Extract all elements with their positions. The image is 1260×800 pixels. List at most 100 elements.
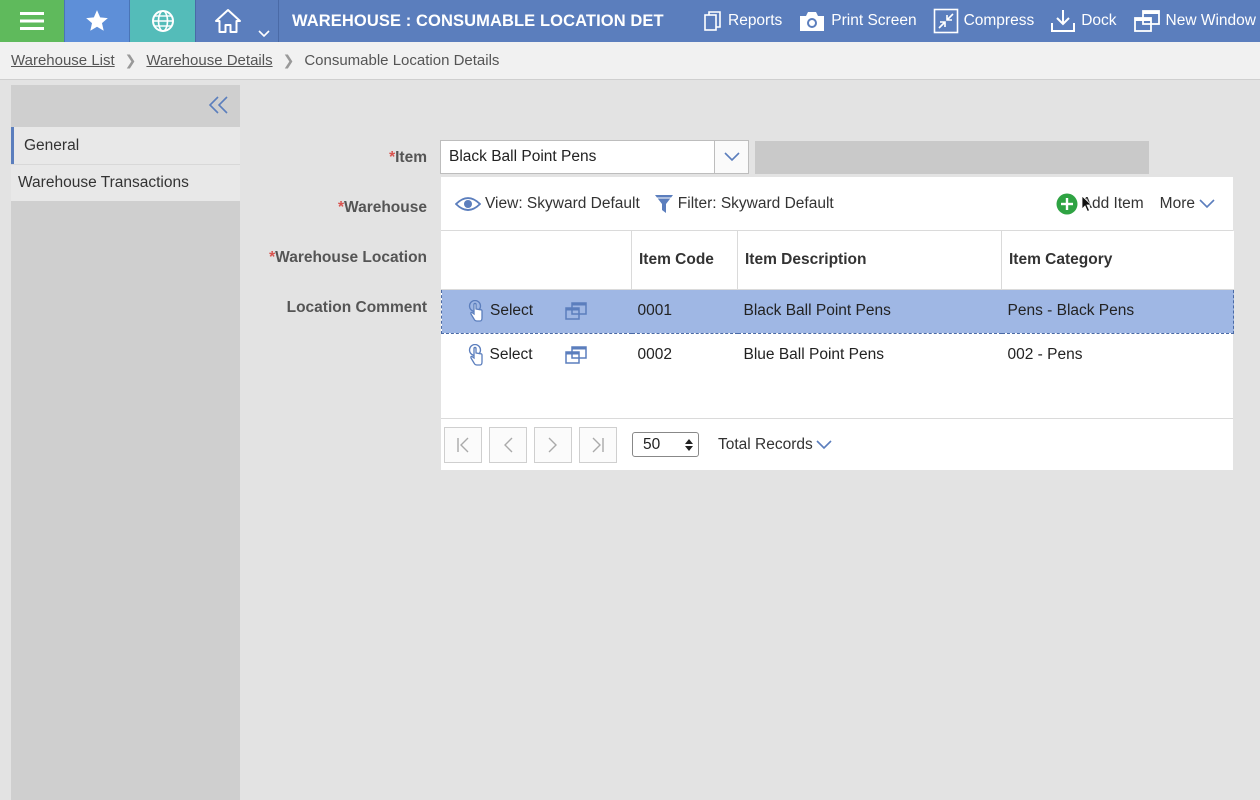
chevron-down-icon (816, 439, 832, 449)
filter-icon (654, 194, 673, 213)
row-actions-cell: Select (441, 288, 632, 334)
mouse-cursor-icon (1081, 195, 1093, 213)
breadcrumb-warehouse-list[interactable]: Warehouse List (11, 52, 115, 69)
item-category-cell: 002 - Pens (1007, 346, 1083, 364)
location-comment-label: Location Comment (286, 299, 427, 316)
select-link[interactable]: Select (490, 346, 533, 364)
grid-toolbar: View: Skyward Default Filter: Skyward De… (441, 177, 1233, 231)
home-button[interactable] (195, 0, 279, 42)
plus-circle-icon (1056, 193, 1078, 215)
column-header-item-description[interactable]: Item Description (737, 231, 1002, 290)
globe-icon (151, 10, 174, 32)
sidebar-item-label: Warehouse Transactions (18, 174, 189, 191)
total-records-toggle[interactable]: Total Records (718, 436, 832, 454)
breadcrumb: Warehouse List ❯ Warehouse Details ❯ Con… (0, 42, 1260, 80)
new-window-icon (1133, 10, 1160, 32)
print-screen-label: Print Screen (831, 12, 917, 29)
table-row[interactable]: Select 0002 Blue Ball Point Pens 002 - P… (442, 333, 1234, 377)
chevron-down-icon (723, 152, 740, 162)
next-page-button[interactable] (534, 426, 572, 463)
open-in-window-icon[interactable] (564, 346, 587, 364)
dock-label: Dock (1081, 12, 1117, 29)
home-icon (215, 9, 241, 33)
reports-button[interactable]: Reports (703, 10, 782, 32)
stepper-arrows-icon (685, 438, 693, 451)
hand-pointer-icon (468, 300, 483, 322)
breadcrumb-warehouse-details[interactable]: Warehouse Details (146, 52, 272, 69)
column-header-item-category[interactable]: Item Category (1001, 231, 1234, 290)
star-icon (86, 10, 108, 31)
page-size-value: 50 (643, 435, 661, 453)
sidebar-item-general[interactable]: General (11, 127, 240, 164)
item-description-cell: Blue Ball Point Pens (743, 346, 884, 364)
row-actions-cell: Select (442, 333, 632, 377)
item-select-value[interactable]: Black Ball Point Pens (441, 148, 714, 166)
item-description-cell: Black Ball Point Pens (737, 288, 1002, 334)
filter-selector[interactable]: Filter: Skyward Default (654, 193, 834, 215)
collapse-icon[interactable] (208, 95, 230, 115)
dock-icon (1051, 10, 1076, 32)
sidebar: General Warehouse Transactions (11, 85, 240, 800)
document-copy-icon (704, 11, 721, 31)
item-dropdown-button[interactable] (714, 141, 748, 173)
last-page-button[interactable] (579, 426, 617, 463)
globe-button[interactable] (129, 0, 195, 42)
column-header-item-code[interactable]: Item Code (631, 231, 738, 290)
favorites-button[interactable] (64, 0, 129, 42)
sidebar-header (11, 85, 240, 127)
sidebar-item-warehouse-transactions[interactable]: Warehouse Transactions (11, 164, 240, 201)
print-screen-button[interactable]: Print Screen (798, 10, 917, 32)
chevron-down-icon[interactable] (258, 30, 270, 38)
toolbar-actions: Reports Print Screen Compress Dock New W… (669, 0, 1260, 42)
camera-icon (800, 12, 825, 31)
warehouse-label: *Warehouse (337, 199, 427, 216)
open-in-window-icon[interactable] (565, 302, 587, 320)
add-item-button[interactable]: Add Item (1056, 193, 1144, 215)
item-description-field (755, 141, 1149, 174)
compress-icon (933, 8, 958, 34)
compress-button[interactable]: Compress (933, 8, 1035, 34)
first-page-button[interactable] (444, 426, 482, 463)
item-code-cell: 0002 (637, 346, 672, 364)
top-toolbar: WAREHOUSE : CONSUMABLE LOCATION DET Repo… (0, 0, 1260, 42)
chevron-right-icon (548, 437, 557, 452)
column-header-actions (441, 231, 632, 290)
item-code-cell: 0001 (631, 288, 738, 334)
chevron-down-icon (1199, 199, 1215, 209)
item-label: *Item (389, 149, 427, 166)
chevron-right-icon: ❯ (124, 52, 137, 68)
page-title: WAREHOUSE : CONSUMABLE LOCATION DET (292, 11, 664, 30)
first-page-icon (457, 437, 469, 452)
select-link[interactable]: Select (490, 302, 533, 320)
total-records-label: Total Records (718, 435, 813, 453)
page-size-select[interactable]: 50 (632, 432, 699, 457)
reports-label: Reports (728, 12, 783, 29)
table-header-row: Item Code Item Description Item Category (441, 231, 1234, 290)
view-label: View: Skyward Default (485, 194, 640, 212)
item-lookup-grid: View: Skyward Default Filter: Skyward De… (441, 177, 1234, 470)
breadcrumb-current: Consumable Location Details (304, 52, 500, 69)
hand-pointer-icon (468, 344, 483, 366)
previous-page-button[interactable] (489, 426, 527, 463)
item-table: Item Code Item Description Item Category… (441, 231, 1234, 377)
dock-button[interactable]: Dock (1050, 8, 1117, 34)
more-label: More (1159, 195, 1195, 212)
last-page-icon (592, 437, 604, 452)
warehouse-location-label: *Warehouse Location (269, 249, 427, 266)
new-window-button[interactable]: New Window (1133, 9, 1256, 33)
chevron-left-icon (504, 437, 513, 452)
grid-pagination: 50 Total Records (441, 418, 1233, 470)
table-row[interactable]: Select 0001 Black Ball Point Pens Pens -… (441, 288, 1234, 334)
eye-icon (455, 196, 481, 211)
item-select[interactable]: Black Ball Point Pens (440, 140, 749, 174)
filter-label: Filter: Skyward Default (677, 194, 834, 212)
compress-label: Compress (963, 12, 1035, 29)
new-window-label: New Window (1165, 12, 1256, 29)
menu-button[interactable] (0, 0, 64, 42)
chevron-right-icon: ❯ (282, 52, 295, 68)
sidebar-item-label: General (24, 136, 80, 154)
view-selector[interactable]: View: Skyward Default (455, 195, 640, 213)
more-menu[interactable]: More (1160, 195, 1219, 213)
hamburger-icon (20, 12, 44, 30)
item-category-cell: Pens - Black Pens (1001, 288, 1234, 334)
